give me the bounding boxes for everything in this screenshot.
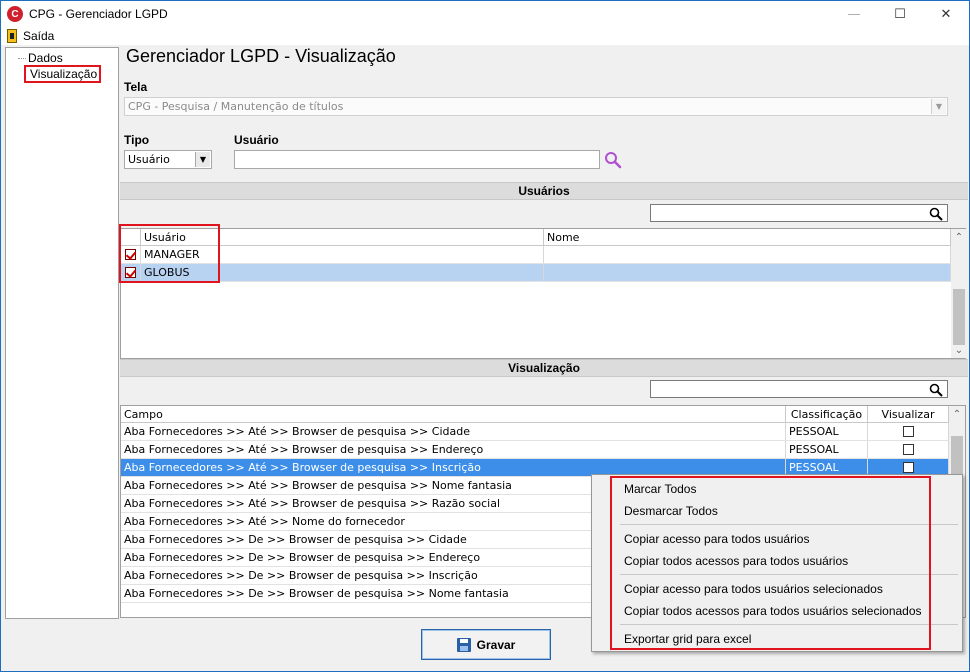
- tela-select-value: CPG - Pesquisa / Manutenção de títulos: [128, 100, 344, 113]
- magnifier-icon[interactable]: [929, 383, 943, 397]
- menu-bar: Saída: [1, 27, 969, 45]
- view-table-row[interactable]: Aba Fornecedores >> Até >> Browser de pe…: [121, 441, 949, 459]
- view-filter-input[interactable]: [650, 380, 948, 398]
- users-section-header: Usuários: [120, 182, 968, 200]
- title-bar: C CPG - Gerenciador LGPD — ☐ ✕: [1, 1, 969, 27]
- chevron-down-icon: ▼: [195, 152, 210, 167]
- classificacao-cell: PESSOAL: [786, 441, 868, 458]
- users-table-row[interactable]: MANAGER: [121, 246, 951, 264]
- tela-label: Tela: [124, 80, 148, 94]
- campo-cell: Aba Fornecedores >> Até >> Browser de pe…: [121, 441, 786, 458]
- scroll-up-icon[interactable]: ⌃: [951, 229, 967, 245]
- view-grid-header: Campo Classificação Visualizar: [121, 406, 949, 423]
- scroll-thumb[interactable]: [953, 289, 965, 345]
- tree-item-dados[interactable]: Dados: [18, 51, 63, 65]
- save-button-label: Gravar: [476, 637, 516, 652]
- app-logo-icon: C: [7, 6, 23, 22]
- navigation-tree: Dados Visualização: [5, 47, 119, 619]
- users-col-nome[interactable]: Nome: [544, 229, 951, 245]
- exit-door-icon: [7, 29, 17, 43]
- tipo-select-value: Usuário: [128, 153, 170, 166]
- exit-menu-item[interactable]: Saída: [7, 29, 54, 43]
- minimize-button[interactable]: —: [831, 1, 877, 27]
- visualizar-checkbox[interactable]: [902, 444, 914, 455]
- visualizar-cell[interactable]: [868, 423, 949, 440]
- usuario-label: Usuário: [234, 133, 279, 147]
- classificacao-cell: PESSOAL: [786, 423, 868, 440]
- view-col-classificacao[interactable]: Classificação: [786, 406, 868, 422]
- users-grid: Usuário Nome MANAGER GLOBUS ⌃ ⌄: [120, 228, 967, 359]
- magnifier-icon[interactable]: [929, 207, 943, 221]
- campo-cell: Aba Fornecedores >> Até >> Browser de pe…: [121, 423, 786, 440]
- floppy-icon: [456, 637, 471, 652]
- usuario-input[interactable]: [234, 150, 600, 169]
- visualizar-cell[interactable]: [868, 441, 949, 458]
- app-window: C CPG - Gerenciador LGPD — ☐ ✕ Saída Dad…: [0, 0, 970, 672]
- users-table-row[interactable]: GLOBUS: [121, 264, 951, 282]
- view-table-row[interactable]: Aba Fornecedores >> Até >> Browser de pe…: [121, 423, 949, 441]
- users-grid-header: Usuário Nome: [121, 229, 951, 246]
- tipo-select[interactable]: Usuário ▼: [124, 150, 212, 169]
- chevron-down-icon: ▼: [931, 99, 946, 114]
- purple-search-icon[interactable]: [604, 151, 622, 169]
- exit-menu-label: Saída: [23, 29, 55, 43]
- users-highlight-frame: [119, 224, 220, 283]
- tree-item-visualizacao[interactable]: Visualização: [24, 65, 102, 83]
- scroll-up-icon[interactable]: ⌃: [949, 406, 965, 422]
- users-grid-scrollbar[interactable]: ⌃ ⌄: [951, 229, 967, 358]
- view-col-visualizar[interactable]: Visualizar: [868, 406, 949, 422]
- visualizar-checkbox[interactable]: [902, 462, 914, 473]
- visualizar-checkbox[interactable]: [902, 426, 914, 437]
- view-col-campo[interactable]: Campo: [121, 406, 786, 422]
- page-title: Gerenciador LGPD - Visualização: [126, 46, 396, 66]
- maximize-button[interactable]: ☐: [877, 1, 923, 27]
- close-button[interactable]: ✕: [923, 1, 969, 27]
- user-name-cell: [544, 264, 951, 281]
- window-title: CPG - Gerenciador LGPD: [29, 7, 168, 21]
- tipo-label: Tipo: [124, 133, 150, 147]
- save-button[interactable]: Gravar: [421, 629, 551, 660]
- view-section-header: Visualização: [120, 359, 968, 377]
- users-filter-input[interactable]: [650, 204, 948, 222]
- user-name-cell: [544, 246, 951, 263]
- context-menu-highlight-frame: [610, 476, 931, 650]
- scroll-down-icon[interactable]: ⌄: [951, 342, 967, 358]
- tela-select[interactable]: CPG - Pesquisa / Manutenção de títulos ▼: [124, 97, 948, 116]
- window-controls: — ☐ ✕: [831, 1, 969, 27]
